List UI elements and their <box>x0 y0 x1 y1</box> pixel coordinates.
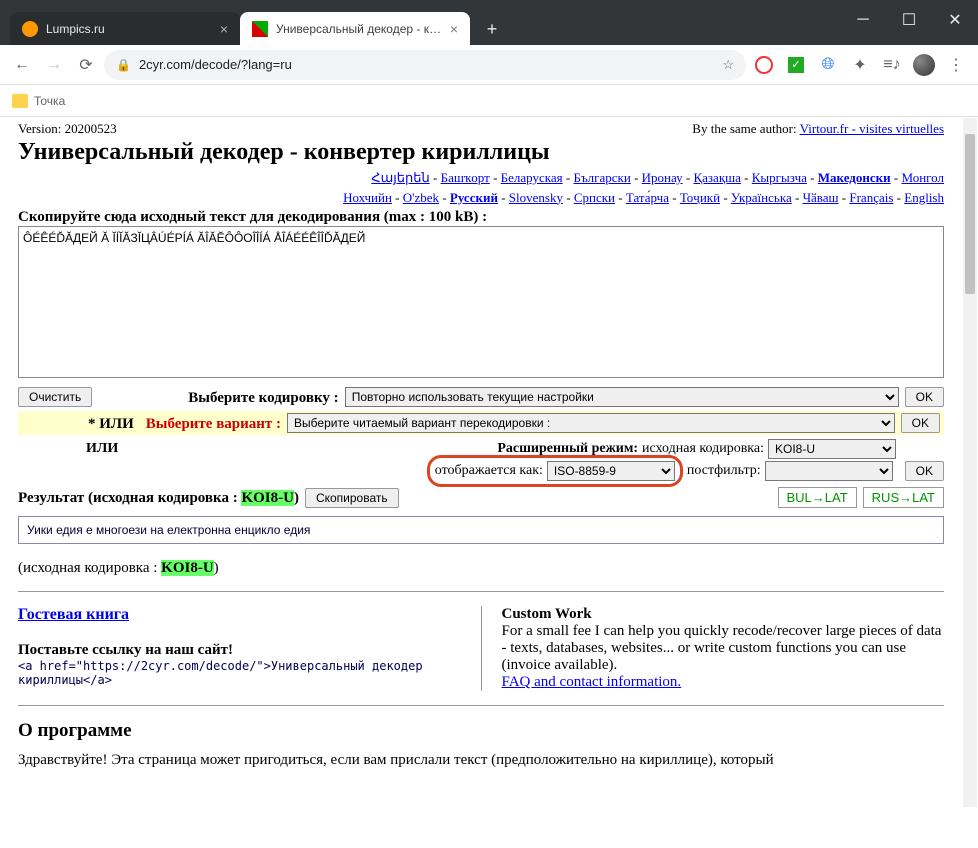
faq-link[interactable]: FAQ and contact information. <box>502 674 682 690</box>
src-encoding-info: (исходная кодировка : KOI8-U) <box>18 560 944 577</box>
postfilter-select[interactable] <box>765 461 893 481</box>
lang-link[interactable]: Тата́рча <box>626 190 669 205</box>
scroll-thumb[interactable] <box>965 134 975 294</box>
lang-link[interactable]: Тоҷикӣ <box>680 190 720 205</box>
language-links: Հայերեն - Башҡорт - Беларуская - Българс… <box>18 168 944 207</box>
maximize-button[interactable]: ☐ <box>886 0 932 40</box>
result-label: Результат (исходная кодировка : KOI8-U) <box>18 490 299 507</box>
page-title: Универсальный декодер - конвертер кирилл… <box>18 139 944 166</box>
src-encoding-select[interactable]: KOI8-U <box>768 439 896 459</box>
tab-title: Универсальный декодер - конв <box>276 22 442 36</box>
ok-variant-button[interactable]: OK <box>901 413 940 433</box>
ext-mode-label: Расширенный режим: <box>497 441 638 457</box>
new-tab-button[interactable]: + <box>478 15 506 43</box>
clear-button[interactable]: Очистить <box>18 387 92 407</box>
lang-link[interactable]: Иронау <box>642 170 683 185</box>
back-button[interactable]: ← <box>8 51 36 79</box>
about-title: О программе <box>18 720 944 742</box>
put-link-label: Поставьте ссылку на наш сайт! <box>18 642 461 659</box>
source-label: Скопируйте сюда исходный текст для декод… <box>18 209 944 226</box>
lang-link[interactable]: Русский <box>450 190 498 205</box>
lang-link[interactable]: Français <box>849 190 893 205</box>
media-icon[interactable]: ≡♪ <box>878 51 906 79</box>
extensions-icon[interactable]: ✦ <box>846 51 874 79</box>
tab-strip: Lumpics.ru × Универсальный декодер - кон… <box>0 8 978 45</box>
lang-link[interactable]: Slovensky <box>509 190 563 205</box>
lang-link[interactable]: Беларуская <box>501 170 563 185</box>
lang-link[interactable]: Български <box>573 170 630 185</box>
src-encoding-label: исходная кодировка: <box>642 441 764 457</box>
lang-link[interactable]: Српски <box>574 190 615 205</box>
copy-button[interactable]: Скопировать <box>305 488 399 508</box>
close-button[interactable]: ✕ <box>932 0 978 40</box>
virtour-link[interactable]: Virtour.fr - visites virtuelles <box>800 121 944 136</box>
bookmarks-bar: Точка <box>0 85 978 117</box>
folder-icon <box>12 94 28 108</box>
link-code: <a href="https://2cyr.com/decode/">Униве… <box>18 659 461 687</box>
profile-avatar[interactable] <box>910 51 938 79</box>
star-icon[interactable]: ☆ <box>722 57 734 73</box>
tab-title: Lumpics.ru <box>46 22 212 36</box>
favicon-icon <box>22 21 38 37</box>
about-text: Здравствуйте! Эта страница может пригоди… <box>18 752 944 769</box>
lock-icon: 🔒 <box>116 58 131 72</box>
version-text: Version: 20200523 <box>18 121 117 137</box>
reload-button[interactable]: ⟳ <box>72 51 100 79</box>
variant-select[interactable]: Выберите читаемый вариант перекодировки … <box>287 413 895 433</box>
url-text: 2cyr.com/decode/?lang=ru <box>139 57 292 72</box>
extension-globe-icon[interactable]: 🌐︎ <box>814 51 842 79</box>
favicon-icon <box>252 21 268 37</box>
forward-button[interactable]: → <box>40 51 68 79</box>
lang-link[interactable]: Հայերեն <box>371 170 429 185</box>
displayed-as-label: отображается как: <box>435 463 543 479</box>
postfilter-label: постфильтр: <box>687 463 761 479</box>
choose-variant-label: Выберите вариант : <box>146 416 281 433</box>
menu-button[interactable]: ⋮ <box>942 51 970 79</box>
lang-link[interactable]: English <box>904 190 944 205</box>
lang-link[interactable]: Башҡорт <box>441 170 490 185</box>
close-tab-icon[interactable]: × <box>220 21 228 37</box>
minimize-button[interactable]: ─ <box>840 0 886 40</box>
or-label-2: ИЛИ <box>86 441 118 457</box>
bookmark-item[interactable]: Точка <box>34 94 65 108</box>
tab-decoder[interactable]: Универсальный декодер - конв × <box>240 12 470 45</box>
tab-lumpics[interactable]: Lumpics.ru × <box>10 12 240 45</box>
scrollbar[interactable] <box>962 117 978 808</box>
choose-encoding-label: Выберите кодировку : <box>188 390 338 407</box>
encoding-select[interactable]: Повторно использовать текущие настройки <box>345 387 899 407</box>
lang-link[interactable]: Нохчийн <box>343 190 392 205</box>
source-textarea[interactable]: ÔÉÊÉĎĂДЕЙ Ă ĬÍĬĂЗĬЦÂÚÉРÍÁ ĂÎĂĔÔÔОÎÎÍÁ ÅÎ… <box>18 226 944 378</box>
custom-work-text: For a small fee I can help you quickly r… <box>502 623 945 674</box>
address-bar[interactable]: 🔒 2cyr.com/decode/?lang=ru ☆ <box>104 50 746 80</box>
guestbook-link[interactable]: Гостевая книга <box>18 606 129 623</box>
custom-work-title: Custom Work <box>502 606 945 623</box>
bul-lat-button[interactable]: BUL→LAT <box>778 487 857 508</box>
lang-link[interactable]: Кыргызча <box>752 170 807 185</box>
lang-link[interactable]: Українська <box>731 190 792 205</box>
extension-checkmark-icon[interactable]: ✓ <box>782 51 810 79</box>
displayed-as-select[interactable]: ISO-8859-9 <box>547 461 675 481</box>
extension-opera-icon[interactable] <box>750 51 778 79</box>
author-line: By the same author: Virtour.fr - visites… <box>692 121 944 137</box>
ok-ext-button[interactable]: OK <box>905 461 944 481</box>
ok-encoding-button[interactable]: OK <box>905 387 944 407</box>
toolbar: ← → ⟳ 🔒 2cyr.com/decode/?lang=ru ☆ ✓ 🌐︎ … <box>0 45 978 85</box>
rus-lat-button[interactable]: RUS→LAT <box>863 487 944 508</box>
or-label-1: * ИЛИ <box>88 416 134 433</box>
lang-link[interactable]: Монгол <box>901 170 944 185</box>
result-box: Уики едия е многоези на електронна енцик… <box>18 516 944 544</box>
lang-link[interactable]: O'zbek <box>403 190 439 205</box>
lang-link[interactable]: Чӑваш <box>803 190 839 205</box>
lang-link[interactable]: Қазақша <box>693 170 740 185</box>
lang-link[interactable]: Македонски <box>818 170 891 185</box>
close-tab-icon[interactable]: × <box>450 21 458 37</box>
